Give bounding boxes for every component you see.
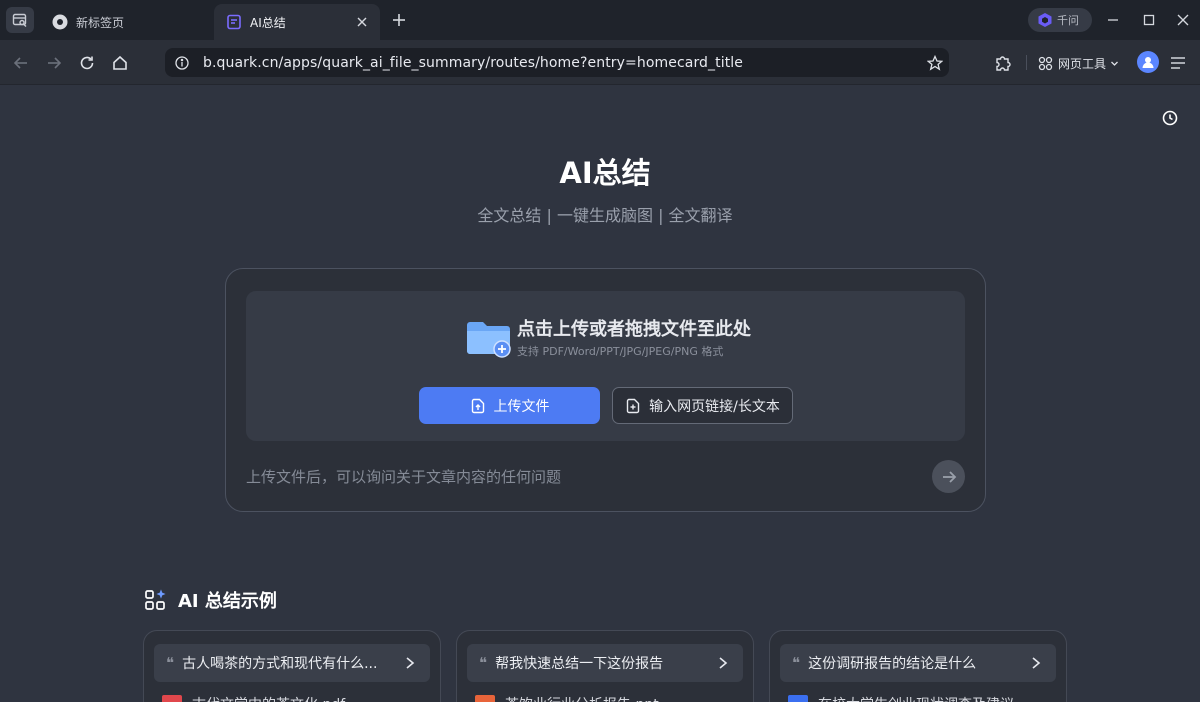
home-button[interactable] (109, 52, 131, 74)
close-tab-icon[interactable] (354, 14, 370, 30)
input-link-label: 输入网页链接/长文本 (649, 398, 780, 415)
example-file: 古代文学中的茶文化.pdf (162, 694, 345, 702)
arrow-right-icon (48, 57, 62, 69)
example-question[interactable]: ❝ 帮我快速总结一下这份报告 (467, 644, 743, 682)
folder-upload-icon (466, 319, 514, 359)
web-tools-button[interactable]: 网页工具 (1038, 53, 1119, 73)
maximize-button[interactable] (1140, 11, 1158, 29)
chevron-right-icon (715, 655, 731, 671)
chevron-down-icon (1110, 59, 1119, 68)
history-button[interactable] (1161, 109, 1179, 127)
example-question-text: 古人喝茶的方式和现代有什么... (182, 656, 378, 672)
tab-label: AI总结 (250, 15, 286, 30)
close-window-button[interactable] (1174, 11, 1192, 29)
grid-icon (1038, 56, 1053, 71)
example-file-name: 在校大学生创业现状调查及建议 (818, 694, 1014, 702)
qianwen-label: 千问 (1057, 14, 1079, 27)
drop-zone-title: 点击上传或者拖拽文件至此处 (517, 319, 751, 340)
tab-strip: 新标签页 AI总结 千问 (0, 0, 1200, 40)
back-button[interactable] (10, 52, 32, 74)
arrow-right-icon (942, 470, 956, 483)
example-question[interactable]: ❝ 古人喝茶的方式和现代有什么... (154, 644, 430, 682)
example-file: 在校大学生创业现状调查及建议 (788, 694, 1014, 702)
upload-file-button[interactable]: 上传文件 (419, 387, 600, 424)
navigation-bar: b.quark.cn/apps/quark_ai_file_summary/ro… (0, 40, 1200, 85)
supported-formats: 支持 PDF/Word/PPT/JPG/JPEG/PNG 格式 (517, 345, 724, 358)
input-link-button[interactable]: 输入网页链接/长文本 (612, 387, 793, 424)
quark-logo-icon (52, 14, 68, 30)
page-subtitle: 全文总结 | 一键生成脑图 | 全文翻译 (477, 206, 733, 225)
ai-summary-tab-icon (226, 14, 242, 30)
home-icon (113, 55, 127, 70)
tab-search-button[interactable] (6, 7, 34, 33)
extensions-button[interactable] (992, 52, 1014, 74)
example-file-name: 茶饮业行业分析报告.ppt (505, 694, 659, 702)
question-input[interactable] (246, 465, 896, 489)
pdf-file-icon (162, 695, 182, 702)
main-menu-button[interactable] (1168, 53, 1188, 73)
tab-label: 新标签页 (76, 15, 125, 30)
qianwen-button[interactable]: 千问 (1028, 8, 1092, 32)
examples-heading: AI 总结示例 (144, 587, 277, 613)
reload-button[interactable] (76, 52, 98, 74)
upload-card: 点击上传或者拖拽文件至此处 支持 PDF/Word/PPT/JPG/JPEG/P… (225, 268, 986, 512)
chevron-right-icon (402, 655, 418, 671)
example-file: 茶饮业行业分析报告.ppt (475, 694, 659, 702)
example-question-text: 这份调研报告的结论是什么 (808, 656, 977, 672)
plus-icon (393, 14, 405, 26)
example-card-3[interactable]: ❝ 这份调研报告的结论是什么 在校大学生创业现状调查及建议 (769, 630, 1067, 702)
page-title: AI总结 (559, 156, 651, 190)
tab-search-icon (12, 13, 27, 27)
close-icon (1177, 14, 1189, 26)
reload-icon (80, 56, 94, 70)
file-drop-zone[interactable]: 点击上传或者拖拽文件至此处 支持 PDF/Word/PPT/JPG/JPEG/P… (246, 291, 965, 441)
apps-sparkle-icon (144, 588, 168, 612)
bookmark-star-icon[interactable] (926, 54, 943, 71)
quote-icon: ❝ (792, 654, 801, 672)
qianwen-logo-icon (1038, 13, 1052, 27)
drop-zone-header: 点击上传或者拖拽文件至此处 支持 PDF/Word/PPT/JPG/JPEG/P… (466, 319, 751, 359)
toolbar-divider (1026, 55, 1027, 70)
web-tools-label: 网页工具 (1058, 56, 1107, 71)
example-file-name: 古代文学中的茶文化.pdf (192, 694, 345, 702)
chevron-right-icon (1028, 655, 1044, 671)
example-card-1[interactable]: ❝ 古人喝茶的方式和现代有什么... 古代文学中的茶文化.pdf (143, 630, 441, 702)
new-tab-button[interactable] (388, 9, 410, 31)
tab-new-tab[interactable]: 新标签页 (40, 4, 212, 40)
ppt-file-icon (475, 695, 495, 702)
quote-icon: ❝ (479, 654, 488, 672)
upload-file-label: 上传文件 (493, 398, 550, 415)
menu-icon (1171, 57, 1185, 69)
minimize-icon (1108, 19, 1118, 21)
site-info-icon[interactable] (174, 55, 190, 71)
tab-ai-summary[interactable]: AI总结 (214, 4, 380, 40)
url-text[interactable]: b.quark.cn/apps/quark_ai_file_summary/ro… (203, 55, 743, 71)
address-bar[interactable]: b.quark.cn/apps/quark_ai_file_summary/ro… (165, 48, 949, 77)
quote-icon: ❝ (166, 654, 175, 672)
example-question[interactable]: ❝ 这份调研报告的结论是什么 (780, 644, 1056, 682)
user-icon (1142, 57, 1154, 68)
example-card-2[interactable]: ❝ 帮我快速总结一下这份报告 茶饮业行业分析报告.ppt (456, 630, 754, 702)
maximize-icon (1143, 14, 1155, 26)
upload-file-icon (471, 398, 484, 413)
add-document-icon (626, 398, 640, 413)
send-button[interactable] (932, 460, 965, 493)
clock-icon (1162, 110, 1178, 126)
word-file-icon (788, 695, 808, 702)
user-avatar[interactable] (1137, 51, 1159, 73)
examples-heading-text: AI 总结示例 (178, 591, 277, 612)
arrow-left-icon (13, 57, 27, 69)
puzzle-icon (996, 56, 1011, 71)
forward-button[interactable] (43, 52, 65, 74)
minimize-button[interactable] (1104, 11, 1122, 29)
example-question-text: 帮我快速总结一下这份报告 (495, 656, 664, 672)
